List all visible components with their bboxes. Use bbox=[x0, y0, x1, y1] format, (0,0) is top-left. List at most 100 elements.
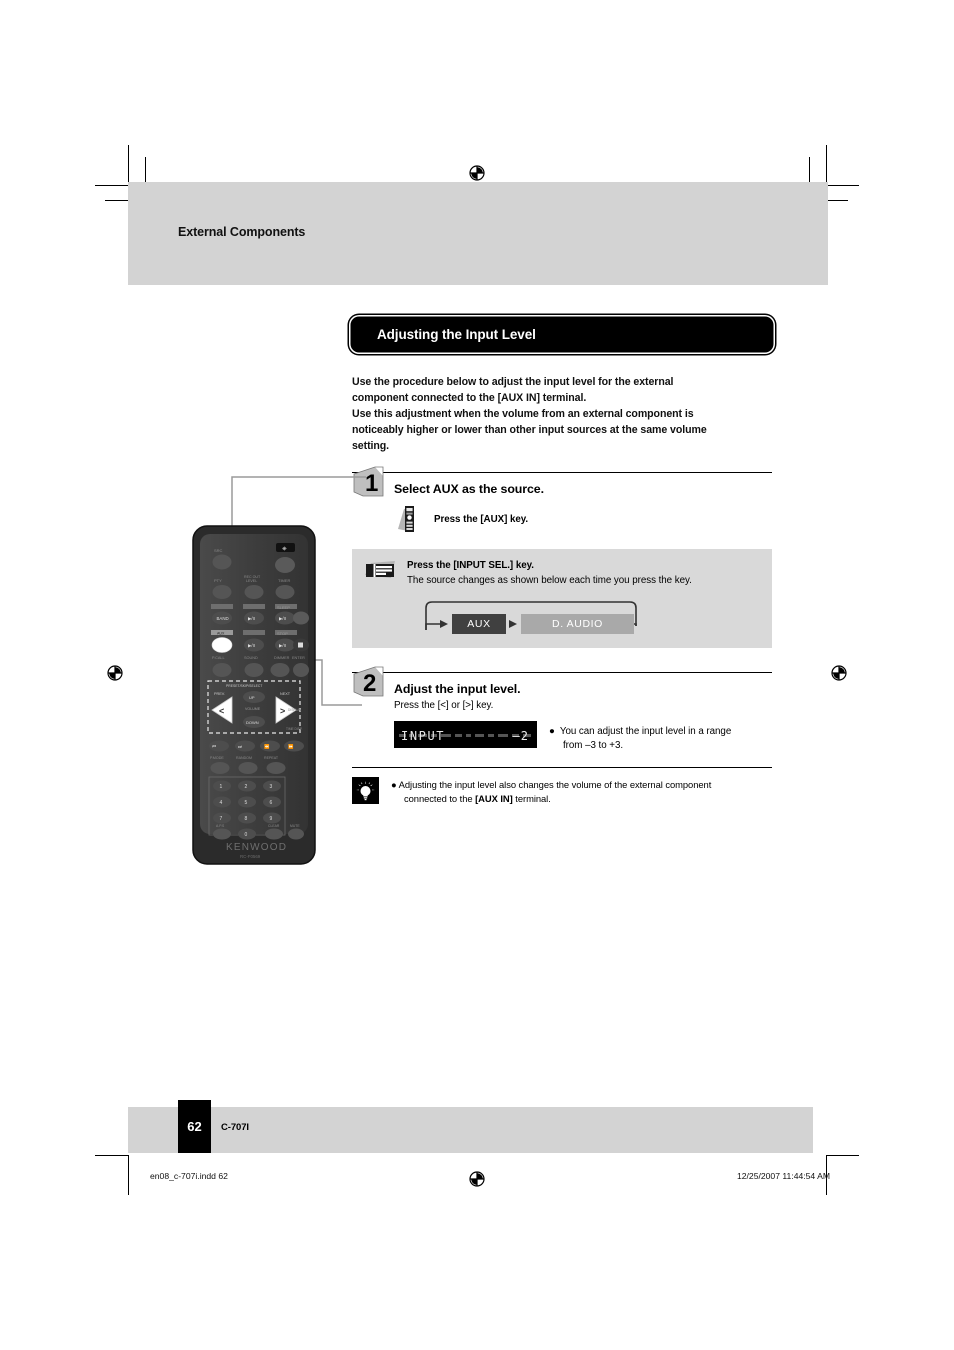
remote-model: RC-F0569 bbox=[240, 854, 261, 859]
svg-text:8: 8 bbox=[245, 816, 248, 822]
svg-text:P.MODE: P.MODE bbox=[210, 756, 224, 760]
crop-mark-tl-v2 bbox=[145, 157, 147, 183]
svg-text:CLEAR: CLEAR bbox=[268, 824, 280, 828]
source-cycle-diagram: AUX D. AUDIO bbox=[416, 600, 666, 634]
svg-text:DOWN: DOWN bbox=[246, 720, 259, 725]
intro-line-5: setting. bbox=[352, 440, 390, 453]
tip-text: ● Adjusting the input level also changes… bbox=[391, 777, 711, 806]
tip-line-2-post: terminal. bbox=[512, 793, 551, 805]
svg-text:▶/II: ▶/II bbox=[248, 616, 255, 621]
svg-text:⎈: ⎈ bbox=[282, 547, 287, 553]
svg-text:PRESET/SKIP/SELECT: PRESET/SKIP/SELECT bbox=[226, 684, 262, 688]
crop-mark-br-h bbox=[826, 1155, 859, 1157]
remote-key-aux bbox=[211, 637, 233, 653]
crop-mark-bl-h bbox=[95, 1155, 128, 1157]
svg-text:1: 1 bbox=[220, 784, 223, 790]
remote-brand: KENWOOD bbox=[226, 842, 287, 853]
svg-text:NEXT: NEXT bbox=[280, 692, 291, 696]
crop-mark-tr-h bbox=[826, 185, 859, 187]
intro-line-4: noticeably higher or lower than other in… bbox=[352, 424, 707, 437]
svg-text:DIMMER: DIMMER bbox=[274, 656, 290, 660]
print-file-name: en08_c-707i.indd 62 bbox=[150, 1171, 228, 1181]
intro-paragraph: Use the procedure below to adjust the in… bbox=[352, 374, 772, 454]
input-sel-text-block: Press the [INPUT SEL.] key. The source c… bbox=[407, 559, 692, 587]
svg-text:⏪: ⏪ bbox=[264, 744, 270, 749]
crop-mark-tl-h bbox=[95, 185, 128, 187]
registration-mark-right bbox=[828, 662, 850, 684]
svg-text:P.CALL: P.CALL bbox=[212, 656, 225, 660]
svg-text:▶/II: ▶/II bbox=[279, 643, 286, 648]
step-2-display-row: INPUT –2 ● You can adjust the input level… bbox=[394, 720, 772, 753]
svg-text:SRC: SRC bbox=[214, 548, 223, 553]
svg-text:DISPLAY: DISPLAY bbox=[288, 708, 302, 712]
remote-control-illustration: SRC ⎈ PTY REC OUT LEVEL TIMER SLEEP BAND… bbox=[192, 525, 316, 865]
svg-text:SLEEP: SLEEP bbox=[277, 605, 290, 610]
step-2-bullet: ● You can adjust the input level in a ran… bbox=[549, 721, 731, 753]
tip-line-1: Adjusting the input level also changes t… bbox=[398, 779, 712, 791]
tip-line-2-pre: connected to the bbox=[404, 793, 476, 805]
step-1-title: Select AUX as the source. bbox=[394, 482, 544, 497]
svg-text:>: > bbox=[280, 706, 285, 716]
cycle-option-aux: AUX bbox=[452, 613, 506, 634]
footer-model-name: C-707I bbox=[221, 1122, 249, 1133]
tip-row: ● Adjusting the input level also changes… bbox=[352, 777, 772, 806]
lcd-value: –2 bbox=[512, 728, 529, 743]
lcd-display: INPUT –2 bbox=[394, 720, 537, 748]
input-sel-note: The source changes as shown below each t… bbox=[407, 574, 692, 586]
step-2-bullet-line-1: You can adjust the input level in a rang… bbox=[559, 725, 732, 737]
svg-text:A.P.S: A.P.S bbox=[216, 824, 225, 828]
svg-text:4: 4 bbox=[220, 800, 223, 806]
svg-text:▶/II: ▶/II bbox=[248, 643, 255, 648]
lightbulb-icon bbox=[352, 777, 379, 805]
step-2-bullet-line-2: from –3 to +3. bbox=[563, 740, 624, 752]
section-title: Adjusting the Input Level bbox=[377, 327, 536, 342]
step-1: 1 Select AUX as the source. Press the [A… bbox=[352, 467, 772, 648]
svg-text:MUTE: MUTE bbox=[290, 824, 300, 828]
svg-text:2: 2 bbox=[245, 784, 248, 790]
svg-text:VOLUME: VOLUME bbox=[245, 707, 261, 711]
lcd-label: INPUT bbox=[401, 728, 446, 743]
input-sel-row: Press the [INPUT SEL.] key. The source c… bbox=[364, 559, 760, 587]
svg-text:⏩: ⏩ bbox=[288, 744, 294, 749]
svg-text:AUX: AUX bbox=[217, 631, 225, 635]
intro-line-3: Use this adjustment when the volume from… bbox=[352, 408, 694, 421]
intro-line-2: component connected to the [AUX IN] term… bbox=[352, 392, 587, 405]
svg-text:7: 7 bbox=[220, 816, 223, 822]
step-2: 2 Adjust the input level. Press the [<] … bbox=[352, 666, 772, 753]
svg-text:TIMER: TIMER bbox=[278, 578, 291, 583]
content-column: Adjusting the Input Level Use the proced… bbox=[352, 318, 772, 807]
lcd-indicator-segments bbox=[399, 724, 531, 737]
crop-mark-tl-v bbox=[128, 145, 130, 182]
svg-text:3: 3 bbox=[270, 784, 273, 790]
tip-rule bbox=[352, 767, 772, 769]
svg-text:RANDOM: RANDOM bbox=[236, 756, 252, 760]
svg-text:<: < bbox=[219, 706, 224, 716]
svg-text:ENTER: ENTER bbox=[292, 656, 305, 660]
step-1-remote-instruction: Press the [AUX] key. bbox=[434, 514, 529, 526]
print-timestamp: 12/25/2007 11:44:54 AM bbox=[736, 1171, 830, 1181]
svg-text:REPEAT: REPEAT bbox=[264, 756, 279, 760]
svg-text:6: 6 bbox=[270, 800, 273, 806]
bullet-dot: ● bbox=[549, 725, 555, 737]
svg-text:0: 0 bbox=[245, 832, 248, 838]
input-sel-instruction: Press the [INPUT SEL.] key. bbox=[407, 560, 534, 572]
svg-text:▶/II: ▶/II bbox=[279, 616, 286, 621]
page-number-badge: 62 bbox=[178, 1100, 211, 1153]
registration-mark-top bbox=[466, 162, 488, 184]
tip-aux-in-ref: [AUX IN] bbox=[475, 793, 513, 805]
svg-text:UP: UP bbox=[249, 695, 255, 700]
svg-text:BAND: BAND bbox=[217, 616, 229, 621]
svg-text:LEVEL: LEVEL bbox=[246, 579, 257, 583]
svg-text:STOP: STOP bbox=[277, 631, 288, 636]
step-2-title: Adjust the input level. bbox=[394, 681, 521, 696]
section-title-bar: Adjusting the Input Level bbox=[352, 318, 772, 351]
svg-text:SOUND: SOUND bbox=[244, 656, 258, 660]
svg-text:5: 5 bbox=[245, 800, 248, 806]
svg-text:TIME DISP.: TIME DISP. bbox=[286, 727, 303, 731]
svg-text:⏭: ⏭ bbox=[238, 744, 242, 749]
intro-line-1: Use the procedure below to adjust the in… bbox=[352, 376, 674, 388]
step-2-instruction: Press the [<] or [>] key. bbox=[394, 699, 494, 711]
step-1-remote-instruction-row: Press the [AUX] key. bbox=[394, 505, 772, 535]
input-sel-panel-box: Press the [INPUT SEL.] key. The source c… bbox=[352, 549, 772, 648]
running-head: External Components bbox=[178, 225, 306, 239]
